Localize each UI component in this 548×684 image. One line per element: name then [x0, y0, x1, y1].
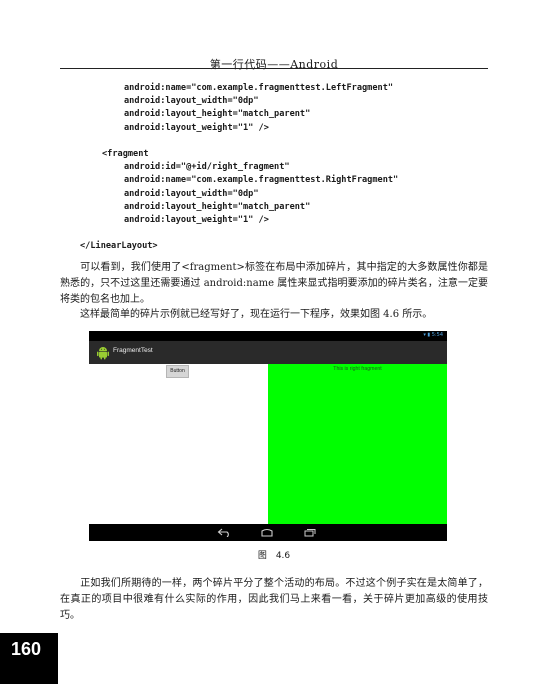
android-logo-icon: [97, 347, 109, 360]
nav-bar: [89, 524, 447, 541]
right-fragment: This is right fragment: [268, 364, 447, 524]
paragraph-2-text: 这样最简单的碎片示例就已经写好了，现在运行一下程序，效果如图 4.6 所示。: [80, 309, 433, 320]
code-line: <fragment: [102, 149, 149, 159]
code-line: android:layout_height="match_parent": [124, 109, 311, 120]
paragraph-1-text: 可以看到，我们使用了<fragment>标签在布局中添加碎片，其中指定的大多数属…: [60, 262, 488, 305]
running-header: 第一行代码——Android: [209, 58, 339, 71]
paragraph-1: 可以看到，我们使用了<fragment>标签在布局中添加碎片，其中指定的大多数属…: [60, 260, 488, 308]
paragraph-2: 这样最简单的碎片示例就已经写好了，现在运行一下程序，效果如图 4.6 所示。: [60, 307, 488, 323]
code-line: android:layout_width="0dp": [124, 96, 259, 107]
status-icons: ▾ ▮ 5:54: [423, 332, 443, 338]
code-line: android:id="@+id/right_fragment": [124, 162, 290, 173]
page-number-box: 160: [0, 633, 58, 684]
code-line: android:layout_weight="1" />: [124, 122, 269, 133]
paragraph-3-text: 正如我们所期待的一样，两个碎片平分了整个活动的布局。不过这个例子实在是太简单了，…: [60, 578, 488, 621]
code-line: android:layout_weight="1" />: [124, 215, 269, 225]
status-time: 5:54: [431, 332, 443, 338]
code-line: android:layout_width="0dp": [124, 188, 259, 199]
app-title: FragmentTest: [113, 347, 153, 354]
paragraph-3: 正如我们所期待的一样，两个碎片平分了整个活动的布局。不过这个例子实在是太简单了，…: [60, 576, 488, 624]
header-rule: [60, 68, 488, 69]
back-icon[interactable]: [217, 528, 231, 537]
home-icon[interactable]: [260, 528, 274, 537]
figure-caption: 图 4.6: [257, 551, 291, 561]
recent-apps-icon[interactable]: [303, 528, 317, 537]
app-screenshot: ▾ ▮ 5:54 FragmentTest Button This is rig…: [89, 331, 447, 541]
left-fragment: Button: [89, 364, 268, 524]
status-bar: ▾ ▮ 5:54: [89, 331, 447, 341]
code-line: android:name="com.example.fragmenttest.R…: [124, 175, 399, 186]
code-line: </LinearLayout>: [80, 241, 158, 252]
fragment-button[interactable]: Button: [166, 365, 189, 378]
action-bar: FragmentTest: [89, 341, 447, 364]
page-number: 160: [10, 639, 42, 659]
right-fragment-text: This is right fragment: [333, 366, 382, 372]
code-line: android:name="com.example.fragmenttest.L…: [124, 83, 394, 93]
code-line: android:layout_height="match_parent": [124, 201, 311, 212]
